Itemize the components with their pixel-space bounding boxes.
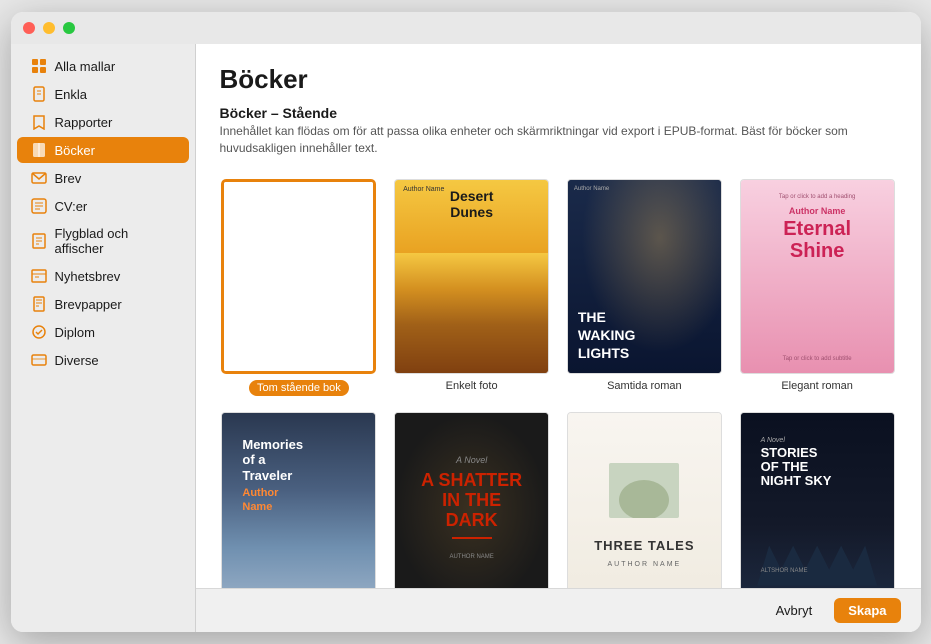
diploma-icon [31, 324, 47, 340]
sidebar-item-diverse[interactable]: Diverse [17, 347, 189, 373]
sidebar-label-rapporter: Rapporter [55, 115, 113, 130]
main-header: Böcker Böcker – Stående Innehållet kan f… [196, 44, 921, 179]
waking-title-text: THEWAKINGLIGHTS [578, 309, 636, 361]
template-thumb-personlig[interactable]: Memoriesof aTraveler AuthorName [221, 412, 376, 588]
sidebar-label-brev: Brev [55, 171, 82, 186]
envelope-icon [31, 170, 47, 186]
create-button[interactable]: Skapa [834, 598, 900, 623]
sidebar-item-brevpapper[interactable]: Brevpapper [17, 291, 189, 317]
modern-title-text: STORIESOF THENIGHT SKY [761, 446, 874, 489]
enkel-author-text: AUTHOR NAME [608, 561, 682, 568]
sidebar-label-diplom: Diplom [55, 325, 95, 340]
enkel-title-text: THREE TALES [594, 538, 694, 553]
template-personlig-roman[interactable]: Memoriesof aTraveler AuthorName Personli… [220, 412, 379, 588]
sidebar: Alla mallar Enkla Rappor [11, 44, 196, 632]
template-enkelt-foto[interactable]: Author Name DesertDunes Enkelt foto [392, 179, 551, 396]
personlig-title: Memoriesof aTraveler [242, 437, 365, 484]
template-label-tom: Tom stående bok [249, 380, 349, 396]
content-area: Alla mallar Enkla Rappor [11, 44, 921, 632]
section-description: Innehållet kan flödas om för att passa o… [220, 123, 897, 157]
newspaper-icon [31, 233, 47, 249]
elegant-top-text: Tap or click to add a heading [779, 194, 855, 200]
elegant-author-name: Author Name [789, 206, 846, 216]
template-label-elegant: Elegant roman [781, 380, 853, 392]
sidebar-item-brev[interactable]: Brev [17, 165, 189, 191]
template-elegant-roman[interactable]: Tap or click to add a heading Author Nam… [738, 179, 897, 396]
sidebar-label-diverse: Diverse [55, 353, 99, 368]
template-samtida-roman[interactable]: Author Name THEWAKINGLIGHTS Samtida roma… [565, 179, 724, 396]
fullscreen-button[interactable] [63, 22, 75, 34]
template-tom[interactable]: Tom stående bok [220, 179, 379, 396]
sidebar-label-brevpapper: Brevpapper [55, 297, 122, 312]
personlig-visual: Memoriesof aTraveler AuthorName [222, 413, 375, 588]
sidebar-label-bocker: Böcker [55, 143, 95, 158]
app-window: Alla mallar Enkla Rappor [11, 12, 921, 632]
avantgarde-author: AUTHOR NAME [449, 554, 493, 560]
template-thumb-elegant[interactable]: Tap or click to add a heading Author Nam… [740, 179, 895, 374]
elegant-visual: Tap or click to add a heading Author Nam… [741, 180, 894, 373]
waking-author-text: Author Name [574, 186, 609, 192]
sidebar-item-flygblad[interactable]: Flygblad och affischer [17, 221, 189, 261]
template-avantgarde[interactable]: A Novel A SHATTERIN THEDARK AUTHOR NAME … [392, 412, 551, 588]
sidebar-label-cver: CV:er [55, 199, 88, 214]
main-content: Böcker Böcker – Stående Innehållet kan f… [196, 44, 921, 632]
avantgarde-title: A SHATTERIN THEDARK [421, 470, 522, 530]
cancel-button[interactable]: Avbryt [764, 598, 825, 623]
sidebar-item-diplom[interactable]: Diplom [17, 319, 189, 345]
modern-visual: A Novel STORIESOF THENIGHT SKY ALTSHOR N… [741, 413, 894, 588]
sidebar-item-rapporter[interactable]: Rapporter [17, 109, 189, 135]
bookmark-icon [31, 114, 47, 130]
template-thumb-enkelt-foto[interactable]: Author Name DesertDunes [394, 179, 549, 374]
doc-icon [31, 86, 47, 102]
desert-author-text: Author Name [403, 186, 444, 193]
template-thumb-tom[interactable] [221, 179, 376, 374]
template-thumb-modern[interactable]: A Novel STORIESOF THENIGHT SKY ALTSHOR N… [740, 412, 895, 588]
avantgarde-visual: A Novel A SHATTERIN THEDARK AUTHOR NAME [395, 413, 548, 588]
list-icon [31, 198, 47, 214]
sidebar-label-alla-mallar: Alla mallar [55, 59, 116, 74]
enkel-visual: THREE TALES AUTHOR NAME [568, 413, 721, 588]
sidebar-item-enkla[interactable]: Enkla [17, 81, 189, 107]
title-bar [11, 12, 921, 44]
close-button[interactable] [23, 22, 35, 34]
template-label-enkelt-foto: Enkelt foto [446, 380, 498, 392]
sidebar-label-enkla: Enkla [55, 87, 88, 102]
template-thumb-enkel[interactable]: THREE TALES AUTHOR NAME [567, 412, 722, 588]
desert-title-text: DesertDunes [450, 188, 494, 222]
templates-scroll[interactable]: Tom stående bok Author Name DesertDunes … [196, 179, 921, 588]
elegant-title-text: EternalShine [783, 218, 851, 262]
empty-template-visual [224, 182, 373, 371]
template-thumb-samtida[interactable]: Author Name THEWAKINGLIGHTS [567, 179, 722, 374]
modern-novel-label: A Novel [761, 437, 874, 444]
template-enkel-roman[interactable]: THREE TALES AUTHOR NAME Enkel roman [565, 412, 724, 588]
waking-visual: Author Name THEWAKINGLIGHTS [568, 180, 721, 373]
minimize-button[interactable] [43, 22, 55, 34]
sidebar-label-nyhetsbrev: Nyhetsbrev [55, 269, 121, 284]
templates-grid: Tom stående bok Author Name DesertDunes … [220, 179, 897, 588]
template-thumb-avantgarde[interactable]: A Novel A SHATTERIN THEDARK AUTHOR NAME [394, 412, 549, 588]
grid-icon [31, 58, 47, 74]
template-label-samtida: Samtida roman [607, 380, 682, 392]
modern-author-text: ALTSHOR NAME [761, 568, 874, 574]
sidebar-item-cver[interactable]: CV:er [17, 193, 189, 219]
sidebar-item-bocker[interactable]: Böcker [17, 137, 189, 163]
sidebar-item-alla-mallar[interactable]: Alla mallar [17, 53, 189, 79]
desert-visual: Author Name DesertDunes [395, 180, 548, 373]
paper-icon [31, 296, 47, 312]
newsletter-icon [31, 268, 47, 284]
sidebar-label-flygblad: Flygblad och affischer [55, 226, 175, 256]
sidebar-item-nyhetsbrev[interactable]: Nyhetsbrev [17, 263, 189, 289]
misc-icon [31, 352, 47, 368]
avantgarde-novel-label: A Novel [421, 455, 522, 465]
personlig-author: AuthorName [242, 487, 365, 513]
bottom-bar: Avbryt Skapa [196, 588, 921, 632]
elegant-subtitle: Tap or click to add subtitle [783, 356, 852, 362]
page-title: Böcker [220, 64, 897, 95]
book-icon [31, 142, 47, 158]
template-modern-roman[interactable]: A Novel STORIESOF THENIGHT SKY ALTSHOR N… [738, 412, 897, 588]
section-title: Böcker – Stående [220, 105, 897, 121]
